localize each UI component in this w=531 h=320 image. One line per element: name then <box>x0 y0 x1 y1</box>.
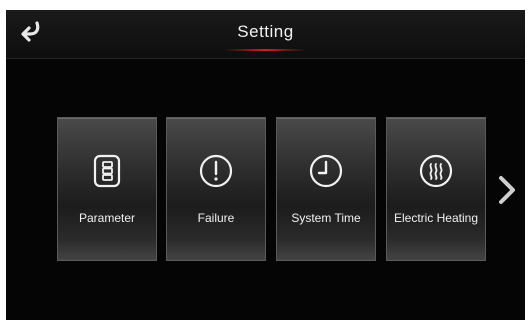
tile-label: Electric Heating <box>393 211 479 225</box>
clock-icon <box>309 154 343 188</box>
header-bar: Setting <box>6 10 525 59</box>
parameter-tile[interactable]: Parameter <box>57 117 157 261</box>
tile-label: Failure <box>197 211 235 225</box>
electric-heating-tile[interactable]: Electric Heating <box>386 117 486 261</box>
title-underline <box>224 49 306 51</box>
page-title: Setting <box>237 22 294 41</box>
settings-screen: Setting Parameter Failure System Time El… <box>6 10 525 320</box>
list-icon <box>93 154 121 188</box>
chevron-right-icon[interactable] <box>498 175 516 205</box>
heating-icon <box>419 154 453 188</box>
failure-tile[interactable]: Failure <box>166 117 266 261</box>
system-time-tile[interactable]: System Time <box>276 117 376 261</box>
alert-icon <box>199 154 233 188</box>
tile-label: Parameter <box>78 211 136 225</box>
tile-label: System Time <box>291 211 361 225</box>
